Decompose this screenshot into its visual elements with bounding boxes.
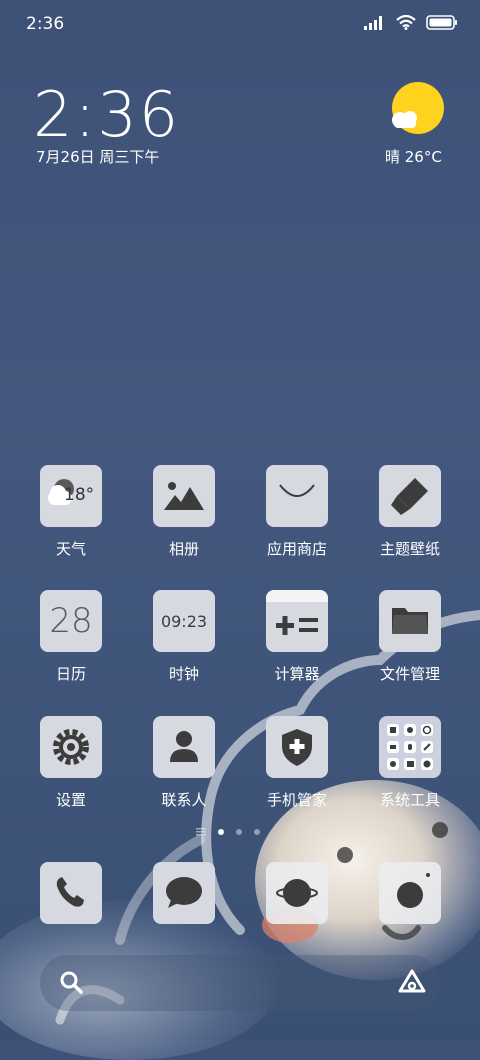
app-label: 设置 <box>55 791 86 809</box>
app-label: 联系人 <box>161 791 207 809</box>
weather-icon: 18° <box>40 465 102 527</box>
app-label: 时钟 <box>168 665 199 683</box>
app-label: 手机管家 <box>266 791 327 809</box>
battery-icon <box>426 15 457 30</box>
app-label: 计算器 <box>274 665 320 683</box>
calculator-icon <box>266 590 328 652</box>
folder-icon <box>379 590 441 652</box>
security-icon <box>266 716 328 778</box>
app-calendar[interactable]: 28 日历 <box>21 590 121 684</box>
app-security[interactable]: 手机管家 <box>247 716 347 810</box>
app-contacts[interactable]: 联系人 <box>134 716 234 810</box>
contacts-icon <box>153 716 215 778</box>
cloud-icon <box>392 111 417 128</box>
clock-widget-time[interactable]: 2:36 <box>33 78 180 151</box>
app-label: 文件管理 <box>379 665 440 683</box>
dock-camera[interactable] <box>360 862 460 924</box>
dock-browser[interactable] <box>247 862 347 924</box>
app-label: 主题壁纸 <box>379 540 440 558</box>
search-bar[interactable] <box>40 955 440 1011</box>
camera-icon <box>379 862 441 924</box>
sun-icon[interactable] <box>392 82 444 134</box>
status-bar: 2:36 <box>0 0 480 50</box>
status-time: 2:36 <box>26 14 65 34</box>
app-settings[interactable]: 设置 <box>21 716 121 810</box>
app-files[interactable]: 文件管理 <box>360 590 460 684</box>
weather-widget-text[interactable]: 晴 26°C <box>385 146 442 167</box>
app-store[interactable]: 应用商店 <box>247 465 347 559</box>
app-label: 应用商店 <box>266 540 327 558</box>
settings-icon <box>40 716 102 778</box>
app-clock[interactable]: 09:23 时钟 <box>134 590 234 684</box>
search-icon <box>60 971 83 994</box>
app-weather[interactable]: 18° 天气 <box>21 465 121 559</box>
tools-folder-icon <box>379 716 441 778</box>
themes-icon <box>379 465 441 527</box>
calendar-icon-day: 28 <box>49 601 93 641</box>
phone-icon <box>40 862 102 924</box>
wifi-icon <box>396 15 416 30</box>
clock-icon-time: 09:23 <box>160 611 208 631</box>
app-label: 天气 <box>55 540 86 558</box>
calendar-icon: 28 <box>40 590 102 652</box>
clock-icon: 09:23 <box>153 590 215 652</box>
page-dot <box>236 829 242 835</box>
signal-icon <box>364 15 382 30</box>
status-icons <box>364 15 458 30</box>
folder-system-tools[interactable]: 系统工具 <box>360 716 460 810</box>
app-calculator[interactable]: 计算器 <box>247 590 347 684</box>
page-dot <box>254 829 260 835</box>
messages-icon <box>153 862 215 924</box>
clock-widget-date[interactable]: 7月26日 周三下午 <box>36 146 159 167</box>
app-store-icon <box>266 465 328 527</box>
page-indicator[interactable] <box>196 828 260 836</box>
app-themes[interactable]: 主题壁纸 <box>360 465 460 559</box>
weather-icon-temp: 18° <box>64 485 95 505</box>
app-label: 系统工具 <box>379 791 440 809</box>
app-label: 相册 <box>168 540 199 558</box>
browser-icon <box>266 862 328 924</box>
page-list-icon <box>196 828 206 836</box>
dock-messages[interactable] <box>134 862 234 924</box>
assistant-icon[interactable] <box>398 969 426 995</box>
gallery-icon <box>153 465 215 527</box>
app-gallery[interactable]: 相册 <box>134 465 234 559</box>
dock-phone[interactable] <box>21 862 121 924</box>
app-label: 日历 <box>55 665 86 683</box>
page-dot <box>218 829 224 835</box>
